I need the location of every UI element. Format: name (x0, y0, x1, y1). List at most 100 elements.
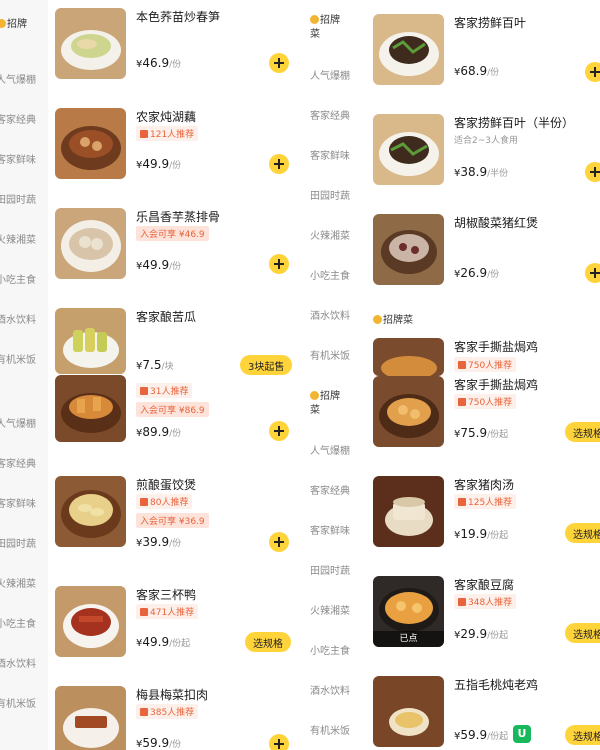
sidebar-item-vegetables[interactable]: 田园时蔬 (310, 190, 358, 204)
coin-icon (373, 315, 382, 324)
sidebar-item-snacks[interactable]: 小吃主食 (310, 270, 358, 284)
add-to-cart-button[interactable] (269, 154, 289, 174)
select-spec-button[interactable]: 选规格 (565, 623, 600, 643)
ordered-tag: 已点 (373, 631, 444, 647)
thumb-up-icon (140, 498, 148, 506)
thumb-up-icon (140, 708, 148, 716)
menu-item[interactable]: 客家酿苦瓜 ¥7.5/块 3块起售 (55, 308, 300, 375)
sidebar-item-hakka-classic[interactable]: 客家经典 (310, 110, 358, 124)
dish-price: ¥89.9/份 (136, 425, 182, 439)
sidebar-item-drinks[interactable]: 酒水饮料 (310, 685, 358, 699)
sidebar-item-vegetables[interactable]: 田园时蔬 (0, 538, 44, 552)
add-to-cart-button[interactable] (269, 421, 289, 441)
member-price-tag: 入会可享 ¥46.9 (136, 226, 209, 241)
recommend-badge: 348人推荐 (454, 594, 517, 609)
dish-price: ¥29.9/份起 (454, 627, 509, 641)
menu-item[interactable]: 胡椒酸菜猪红煲 ¥26.9/份 (373, 214, 600, 294)
dish-price: ¥59.9/份 (136, 736, 182, 750)
dish-image (373, 476, 444, 547)
sidebar-item-hakka-classic[interactable]: 客家经典 (0, 114, 44, 128)
menu-item[interactable]: 煎酿蛋饺煲 80人推荐 入会可享 ¥36.9 ¥39.9/份 (55, 476, 300, 556)
add-to-cart-button[interactable] (269, 254, 289, 274)
sidebar-item-spicy[interactable]: 火辣湘菜 (0, 234, 44, 248)
dish-image (373, 114, 444, 185)
add-to-cart-button[interactable] (585, 162, 600, 182)
category-sidebar: 招牌 人气爆棚 客家经典 客家鲜味 田园时蔬 火辣湘菜 小吃主食 酒水饮料 有机… (0, 0, 48, 750)
dish-image: 已点 (373, 576, 444, 647)
menu-item[interactable]: 已点 客家酿豆腐 348人推荐 ¥29.9/份起 选规格 (373, 576, 600, 656)
sidebar-item-spicy[interactable]: 火辣湘菜 (310, 605, 358, 619)
sidebar-item-rice[interactable]: 有机米饭 (0, 698, 44, 712)
add-to-cart-button[interactable] (269, 53, 289, 73)
sidebar-item-snacks[interactable]: 小吃主食 (0, 274, 44, 288)
dish-image (373, 338, 444, 376)
sidebar-item-rice[interactable]: 有机米饭 (310, 350, 358, 364)
sidebar-item-spicy[interactable]: 火辣湘菜 (0, 578, 44, 592)
recommend-badge: 125人推荐 (454, 494, 517, 509)
sidebar-item-popular[interactable]: 人气爆棚 (0, 418, 44, 432)
sidebar-item-drinks[interactable]: 酒水饮料 (310, 310, 358, 324)
select-spec-button[interactable]: 选规格 (565, 422, 600, 442)
select-spec-button[interactable]: 选规格 (245, 632, 291, 652)
menu-item[interactable]: 乐昌香芋蒸排骨 入会可享 ¥46.9 ¥49.9/份 (55, 208, 300, 288)
dish-image (55, 108, 126, 179)
category-sidebar: 招牌菜 人气爆棚 客家经典 客家鲜味 田园时蔬 火辣湘菜 小吃主食 酒水饮料 有… (300, 0, 350, 750)
dish-image (55, 8, 126, 79)
sidebar-item-rice[interactable]: 有机米饭 (310, 725, 358, 739)
menu-item[interactable]: 31人推荐 入会可享 ¥86.9 ¥89.9/份 (55, 375, 300, 445)
menu-item[interactable]: 客家猪肉汤 125人推荐 ¥19.9/份起 选规格 (373, 476, 600, 556)
menu-item[interactable]: 客家捞鲜百叶（半份） 适合2~3人食用 ¥38.9/半份 (373, 114, 600, 194)
sidebar-item-hakka-classic[interactable]: 客家经典 (0, 458, 44, 472)
member-price-tag: 入会可享 ¥36.9 (136, 513, 209, 528)
min-order-button[interactable]: 3块起售 (240, 355, 293, 375)
add-to-cart-button[interactable] (269, 532, 289, 552)
add-to-cart-button[interactable] (585, 263, 600, 283)
thumb-up-icon (458, 498, 466, 506)
sidebar-item-vegetables[interactable]: 田园时蔬 (0, 194, 44, 208)
menu-item[interactable]: 梅县梅菜扣肉 385人推荐 ¥59.9/份 (55, 686, 300, 750)
menu-item[interactable]: 客家三杯鸭 471人推荐 ¥49.9/份起 选规格 (55, 586, 300, 666)
dish-image (373, 214, 444, 285)
dish-price: ¥49.9/份 (136, 258, 182, 272)
sidebar-item-snacks[interactable]: 小吃主食 (0, 618, 44, 632)
section-header: 招牌菜 (373, 311, 413, 326)
dish-image (55, 476, 126, 547)
menu-item[interactable]: 客家手撕盐焗鸡 750人推荐 (373, 338, 600, 376)
serving-note: 适合2~3人食用 (454, 136, 518, 146)
coin-icon (0, 19, 6, 28)
add-to-cart-button[interactable] (269, 734, 289, 750)
dish-name: 客家猪肉汤 (454, 478, 515, 492)
sidebar-item-signature[interactable]: 招牌菜 (310, 390, 358, 418)
menu-item[interactable]: 客家手撕盐焗鸡 750人推荐 ¥75.9/份起 选规格 (373, 376, 600, 456)
menu-item[interactable]: 五指毛桃炖老鸡 ¥59.9/份起 U 选规格 (373, 676, 600, 750)
sidebar-item-drinks[interactable]: 酒水饮料 (0, 658, 44, 672)
menu-item[interactable]: 客家捞鲜百叶 ¥68.9/份 (373, 14, 600, 94)
sidebar-item-popular[interactable]: 人气爆棚 (310, 70, 358, 84)
sidebar-item-spicy[interactable]: 火辣湘菜 (310, 230, 358, 244)
dish-price: ¥19.9/份起 (454, 527, 509, 541)
menu-item[interactable]: 本色荞苗炒春笋 ¥46.9/份 (55, 8, 300, 88)
sidebar-item-signature[interactable]: 招牌 (0, 18, 45, 32)
sidebar-item-popular[interactable]: 人气爆棚 (0, 74, 44, 88)
add-to-cart-button[interactable] (585, 62, 600, 82)
sidebar-item-signature[interactable]: 招牌菜 (310, 14, 358, 42)
sidebar-item-rice[interactable]: 有机米饭 (0, 354, 44, 368)
member-price-tag: 入会可享 ¥86.9 (136, 402, 209, 417)
sidebar-item-hakka-fresh[interactable]: 客家鲜味 (0, 498, 44, 512)
sidebar-item-snacks[interactable]: 小吃主食 (310, 645, 358, 659)
sidebar-item-vegetables[interactable]: 田园时蔬 (310, 565, 358, 579)
dish-price: ¥49.9/份 (136, 157, 182, 171)
sidebar-item-hakka-fresh[interactable]: 客家鲜味 (310, 150, 358, 164)
sidebar-item-hakka-fresh[interactable]: 客家鲜味 (0, 154, 44, 168)
dish-price: ¥39.9/份 (136, 535, 182, 549)
sidebar-item-hakka-classic[interactable]: 客家经典 (310, 485, 358, 499)
sidebar-item-drinks[interactable]: 酒水饮料 (0, 314, 44, 328)
dish-name: 梅县梅菜扣肉 (136, 688, 209, 702)
dish-name: 客家手撕盐焗鸡 (454, 378, 539, 392)
select-spec-button[interactable]: 选规格 (565, 725, 600, 745)
dish-price: ¥26.9/份 (454, 266, 500, 280)
menu-item[interactable]: 农家炖湖藕 121人推荐 ¥49.9/份 (55, 108, 300, 188)
sidebar-item-popular[interactable]: 人气爆棚 (310, 445, 358, 459)
sidebar-item-hakka-fresh[interactable]: 客家鲜味 (310, 525, 358, 539)
select-spec-button[interactable]: 选规格 (565, 523, 600, 543)
